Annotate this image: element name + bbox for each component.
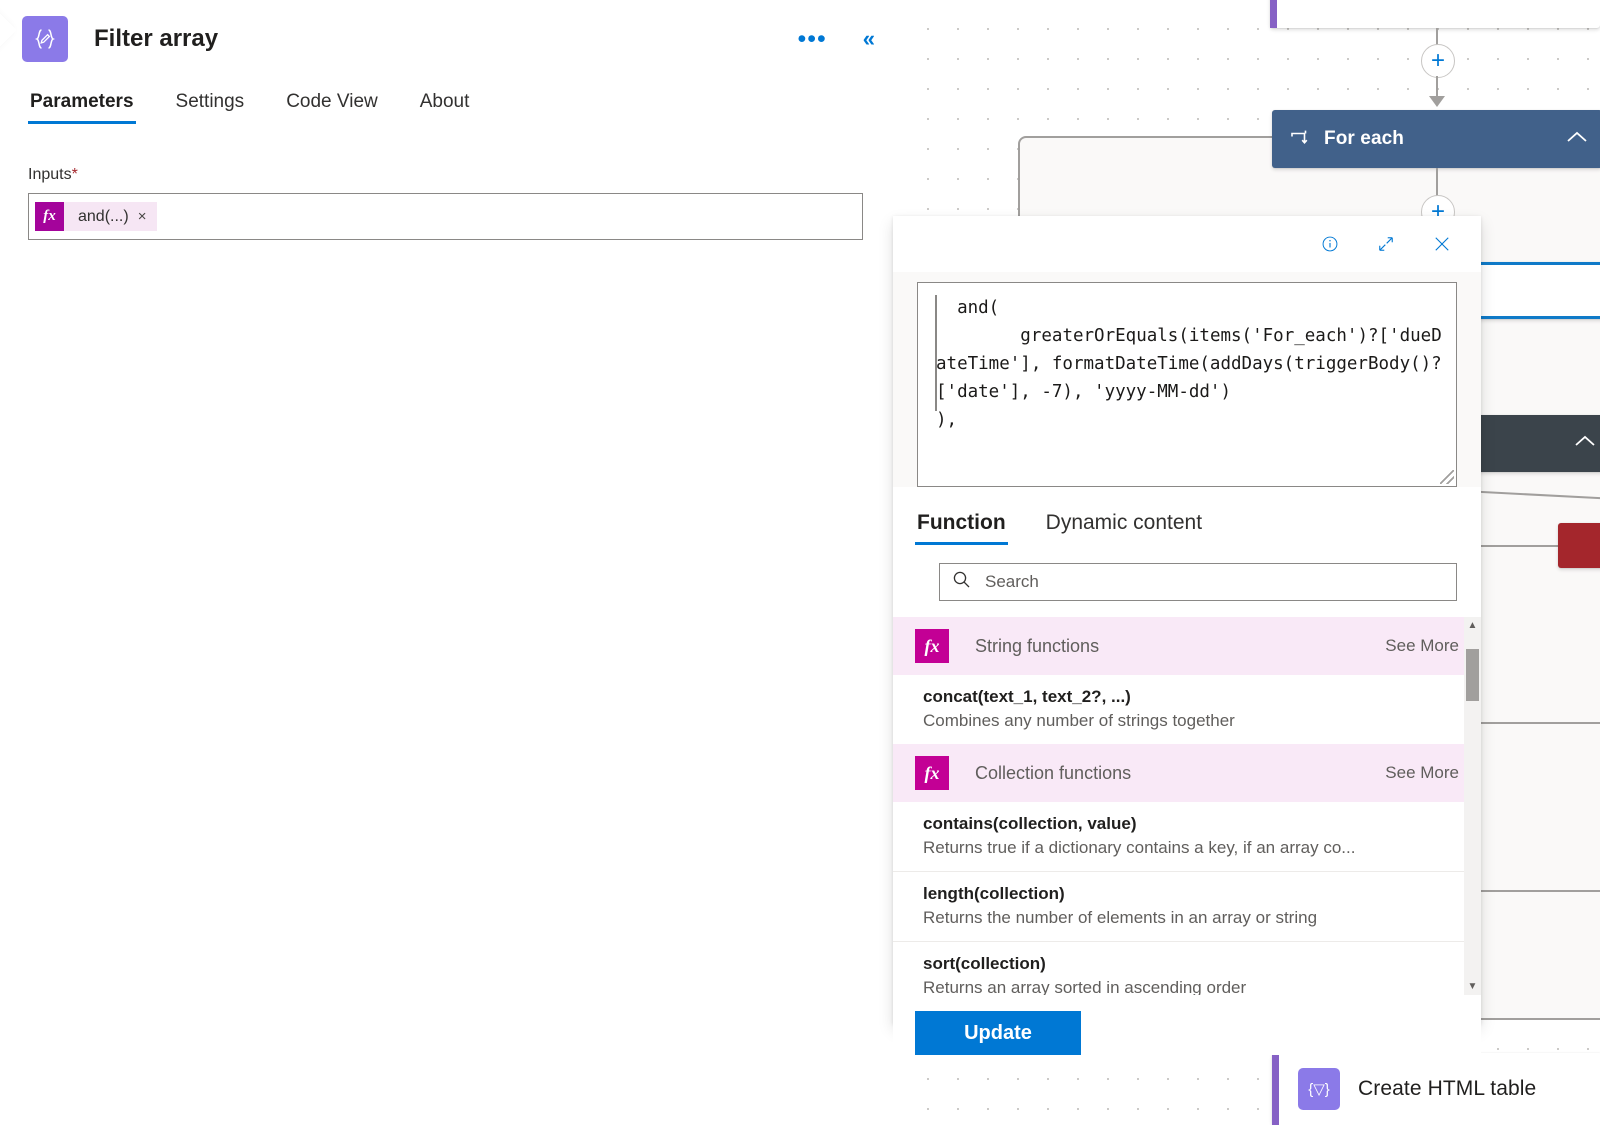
- loop-icon: [1288, 128, 1310, 150]
- tab-code-view[interactable]: Code View: [284, 91, 380, 124]
- function-description: Returns the number of elements in an arr…: [923, 908, 1318, 927]
- required-marker: *: [71, 166, 78, 183]
- data-operation-icon: {▽}: [1298, 1068, 1340, 1110]
- inputs-field[interactable]: fx and(...) ×: [28, 193, 863, 240]
- node-accent-bar: [1272, 1053, 1279, 1125]
- panel-header: Filter array ••• «: [0, 0, 905, 78]
- flow-node-create-html-table[interactable]: {▽} Create HTML table: [1272, 1053, 1600, 1125]
- tab-settings[interactable]: Settings: [174, 91, 247, 124]
- inputs-label-text: Inputs: [28, 166, 72, 183]
- tab-dynamic-content[interactable]: Dynamic content: [1044, 511, 1204, 545]
- scroll-up-icon[interactable]: ▲: [1464, 617, 1481, 634]
- chevron-up-icon[interactable]: [1574, 434, 1596, 453]
- function-list-item[interactable]: contains(collection, value) Returns true…: [893, 802, 1481, 871]
- tab-about[interactable]: About: [418, 91, 472, 124]
- search-icon: [952, 570, 971, 594]
- function-group-string[interactable]: fx String functions See More: [893, 617, 1481, 675]
- callout-toolbar: [893, 216, 1481, 272]
- node-label: Create HTML table: [1358, 1077, 1537, 1100]
- data-operation-icon: [22, 16, 68, 62]
- function-list-scrollbar[interactable]: ▲ ▼: [1464, 617, 1481, 995]
- search-box[interactable]: [939, 563, 1457, 601]
- scroll-down-icon[interactable]: ▼: [1464, 978, 1481, 995]
- node-label: For each: [1324, 128, 1404, 149]
- function-signature: length(collection): [923, 884, 1065, 903]
- expression-editor-wrap: and( greaterOrEquals(items('For_each')?[…: [893, 272, 1481, 487]
- function-list-item[interactable]: length(collection) Returns the number of…: [893, 871, 1481, 941]
- connector-line: [1436, 168, 1438, 198]
- page-title: Filter array: [94, 25, 219, 52]
- search-row: [893, 545, 1481, 617]
- function-description: Returns true if a dictionary contains a …: [923, 838, 1356, 857]
- collapse-panel-button[interactable]: «: [853, 20, 885, 58]
- function-signature: concat(text_1, text_2?, ...): [923, 687, 1131, 706]
- close-icon[interactable]: ×: [137, 208, 158, 225]
- tab-parameters[interactable]: Parameters: [28, 91, 136, 124]
- function-description: Combines any number of strings together: [923, 711, 1235, 730]
- resize-handle-icon[interactable]: [1440, 470, 1454, 484]
- operation-details-panel: Filter array ••• « Parameters Settings C…: [0, 0, 905, 1125]
- tab-function[interactable]: Function: [915, 511, 1008, 545]
- function-description: Returns an array sorted in ascending ord…: [923, 978, 1247, 995]
- connector-line: [1436, 76, 1438, 98]
- function-group-label: String functions: [975, 635, 1100, 656]
- see-more-link[interactable]: See More: [1385, 636, 1459, 656]
- search-input[interactable]: [983, 571, 1446, 593]
- inputs-field-label: Inputs*: [28, 166, 905, 184]
- flow-node-above[interactable]: [1270, 0, 1600, 28]
- panel-tabs: Parameters Settings Code View About: [0, 78, 905, 124]
- function-group-label: Collection functions: [975, 762, 1132, 783]
- flow-node-error[interactable]: [1558, 523, 1600, 568]
- close-icon[interactable]: [1427, 229, 1457, 259]
- function-signature: contains(collection, value): [923, 814, 1137, 833]
- add-step-button[interactable]: +: [1421, 44, 1455, 78]
- function-list-item[interactable]: sort(collection) Returns an array sorted…: [893, 941, 1481, 995]
- update-row: Update: [893, 995, 1481, 1055]
- function-list[interactable]: fx String functions See More concat(text…: [893, 617, 1481, 995]
- expression-text: and( greaterOrEquals(items('For_each')?[…: [936, 298, 1442, 430]
- function-list-item[interactable]: concat(text_1, text_2?, ...) Combines an…: [893, 675, 1481, 744]
- connector-arrow: [1429, 96, 1445, 107]
- text-caret: [935, 295, 937, 411]
- expression-textarea[interactable]: and( greaterOrEquals(items('For_each')?[…: [917, 282, 1457, 487]
- expression-editor-callout: and( greaterOrEquals(items('For_each')?[…: [893, 216, 1481, 1055]
- expression-tabs: Function Dynamic content: [893, 487, 1481, 545]
- more-options-button[interactable]: •••: [787, 27, 836, 52]
- expression-token-label: and(...): [78, 207, 129, 225]
- expression-token[interactable]: fx and(...) ×: [35, 202, 158, 231]
- function-group-collection[interactable]: fx Collection functions See More: [893, 744, 1481, 802]
- see-more-link[interactable]: See More: [1385, 763, 1459, 783]
- flow-node-for-each[interactable]: For each: [1272, 110, 1600, 168]
- update-button[interactable]: Update: [915, 1011, 1081, 1055]
- expand-icon[interactable]: [1371, 229, 1401, 259]
- fx-icon: fx: [915, 756, 949, 790]
- chevron-up-icon[interactable]: [1566, 130, 1588, 149]
- function-signature: sort(collection): [923, 954, 1046, 973]
- info-icon[interactable]: [1315, 229, 1345, 259]
- node-accent-bar: [1270, 0, 1277, 28]
- scrollbar-thumb[interactable]: [1466, 649, 1479, 701]
- fx-icon: fx: [35, 202, 64, 231]
- fx-icon: fx: [915, 629, 949, 663]
